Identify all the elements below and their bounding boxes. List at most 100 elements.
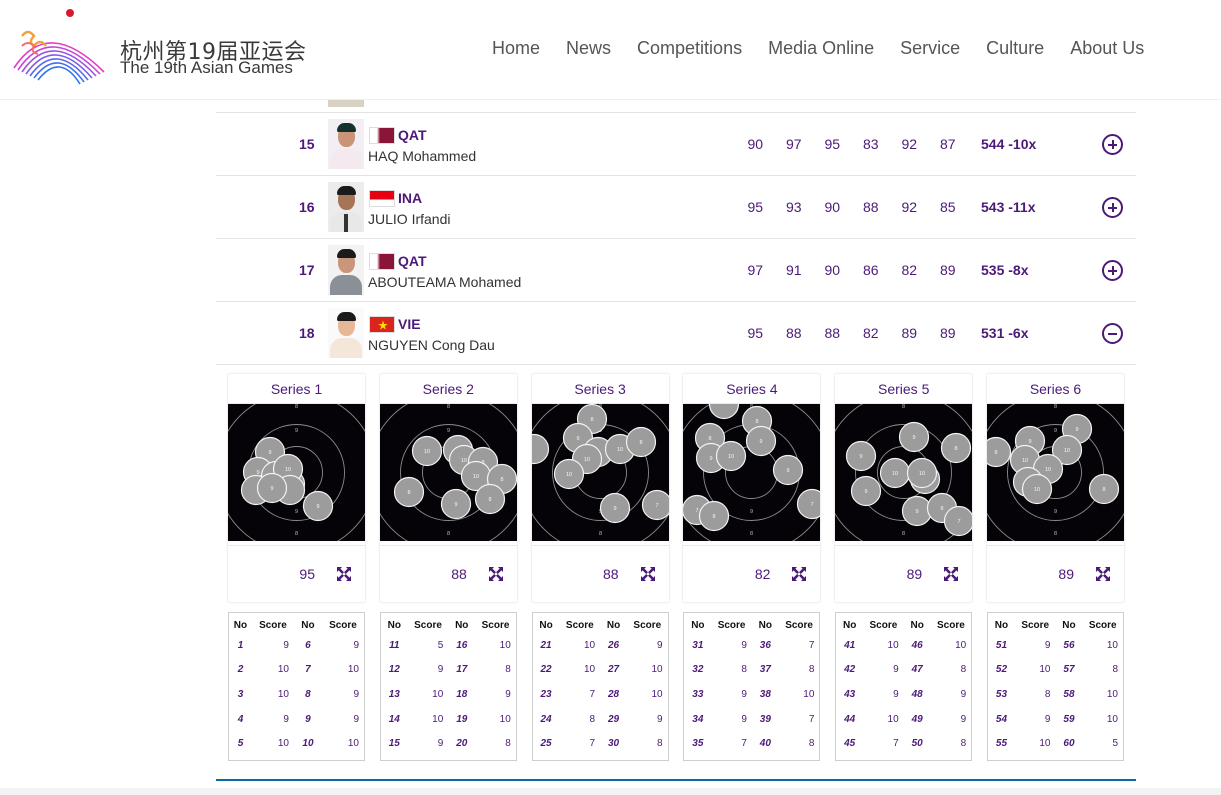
nav-culture[interactable]: Culture: [986, 38, 1044, 59]
table-row: 328378: [684, 658, 819, 683]
table-header: Score: [408, 617, 449, 633]
qatar-flag-icon: [369, 253, 395, 270]
shot-score: 10: [322, 658, 364, 683]
shot-number: 20: [448, 731, 475, 756]
shot-score: 9: [711, 682, 752, 707]
minus-circle-icon[interactable]: [1102, 323, 1123, 344]
nav-service[interactable]: Service: [900, 38, 960, 59]
logo-english-text: The 19th Asian Games: [120, 58, 293, 78]
plus-circle-icon[interactable]: [1102, 260, 1123, 281]
series-card: Series 289981010881088988: [380, 374, 517, 602]
nav-home[interactable]: Home: [492, 38, 540, 59]
shot-score: 10: [322, 731, 364, 756]
shot-number: 23: [533, 682, 560, 707]
table-row: 5385810: [988, 682, 1123, 707]
ring-label: 9: [1054, 428, 1057, 434]
shot-mark: 10: [412, 437, 441, 466]
series-score: 83: [852, 136, 891, 152]
shot-score-table: NoScoreNoScore21102692210271023728102482…: [532, 612, 669, 761]
series-card: Series 6899899810101010889: [987, 374, 1124, 602]
shot-score: 9: [252, 633, 294, 658]
noc-code: QAT: [398, 253, 427, 269]
svg-text:10: 10: [424, 449, 430, 455]
shot-mark: 9: [774, 456, 803, 485]
shot-number: 44: [836, 707, 863, 732]
nav-about-us[interactable]: About Us: [1070, 38, 1144, 59]
shot-number: 43: [836, 682, 863, 707]
svg-text:9: 9: [760, 439, 763, 445]
shot-score: 9: [1015, 633, 1056, 658]
series-score: 89: [890, 325, 929, 341]
nav-competitions[interactable]: Competitions: [637, 38, 742, 59]
shot-number: 3: [229, 682, 252, 707]
shot-number: 7: [294, 658, 322, 683]
series-scores: 95 93 90 88 92 85: [736, 199, 976, 215]
shot-score: 10: [252, 658, 294, 683]
athlete-photo: [328, 245, 364, 295]
expand-icon[interactable]: [337, 567, 351, 581]
shot-score: 9: [322, 682, 364, 707]
shot-number: 9: [294, 707, 322, 732]
series-card: Series 389988910108109788: [532, 374, 669, 602]
shot-mark: 10: [1023, 475, 1052, 504]
shot-number: 58: [1055, 682, 1082, 707]
table-header: No: [752, 617, 779, 633]
svg-text:8: 8: [500, 477, 503, 483]
table-row: 1151610: [381, 633, 516, 658]
svg-text:7: 7: [958, 519, 961, 525]
shot-number: 40: [752, 731, 779, 756]
shot-mark: 9: [903, 497, 932, 526]
shot-mark: 9: [258, 474, 287, 503]
shot-score: 8: [711, 658, 752, 683]
shot-number: 30: [600, 731, 627, 756]
svg-text:10: 10: [728, 454, 734, 460]
svg-text:10: 10: [584, 457, 590, 463]
ring-label: 8: [295, 531, 298, 537]
shot-score: 10: [560, 633, 601, 658]
svg-text:10: 10: [1034, 487, 1040, 493]
expand-icon[interactable]: [944, 567, 958, 581]
series-score: 88: [775, 325, 814, 341]
ring-label: 9: [295, 509, 298, 515]
total-value: 535: [981, 262, 1004, 278]
shot-number: 42: [836, 658, 863, 683]
svg-text:9: 9: [916, 509, 919, 515]
shot-mark: 10: [717, 442, 746, 471]
shot-number: 12: [381, 658, 408, 683]
expand-icon[interactable]: [641, 567, 655, 581]
expand-icon[interactable]: [1096, 567, 1110, 581]
shot-number: 17: [448, 658, 475, 683]
table-row: 5195610: [988, 633, 1123, 658]
table-row: 5210578: [988, 658, 1123, 683]
svg-text:9: 9: [268, 450, 271, 456]
shot-number: 33: [684, 682, 711, 707]
series-title: Series 5: [835, 374, 972, 404]
plus-circle-icon[interactable]: [1102, 197, 1123, 218]
expand-icon[interactable]: [792, 567, 806, 581]
indonesia-flag-icon: [369, 190, 395, 207]
table-header: Score: [779, 617, 820, 633]
shot-number: 2: [229, 658, 252, 683]
series-scores: 97 91 90 86 82 89: [736, 262, 976, 278]
shot-number: 27: [600, 658, 627, 683]
nav-media-online[interactable]: Media Online: [768, 38, 874, 59]
athlete-name: HAQ Mohammed: [368, 148, 476, 164]
shot-score: 9: [627, 707, 668, 732]
expand-icon[interactable]: [489, 567, 503, 581]
ring-label: 8: [295, 404, 298, 410]
series-scores: 90 97 95 83 92 87: [736, 136, 976, 152]
inner-tens: -10x: [1008, 136, 1036, 152]
plus-circle-icon[interactable]: [1102, 134, 1123, 155]
table-row: 22102710: [533, 658, 668, 683]
asian-games-logo[interactable]: 杭州第19届亚运会 The 19th Asian Games: [8, 6, 308, 86]
table-header: Score: [1015, 617, 1056, 633]
table-header: Score: [711, 617, 752, 633]
inner-tens: -8x: [1008, 262, 1028, 278]
shot-number: 52: [988, 658, 1015, 683]
svg-text:10: 10: [473, 474, 479, 480]
shot-score: 9: [711, 633, 752, 658]
table-header: No: [836, 617, 863, 633]
svg-text:9: 9: [576, 436, 579, 442]
nav-news[interactable]: News: [566, 38, 611, 59]
result-row: 17 QAT ABOUTEAMA Mohamed 97 91 90 86 82 …: [216, 239, 1136, 302]
